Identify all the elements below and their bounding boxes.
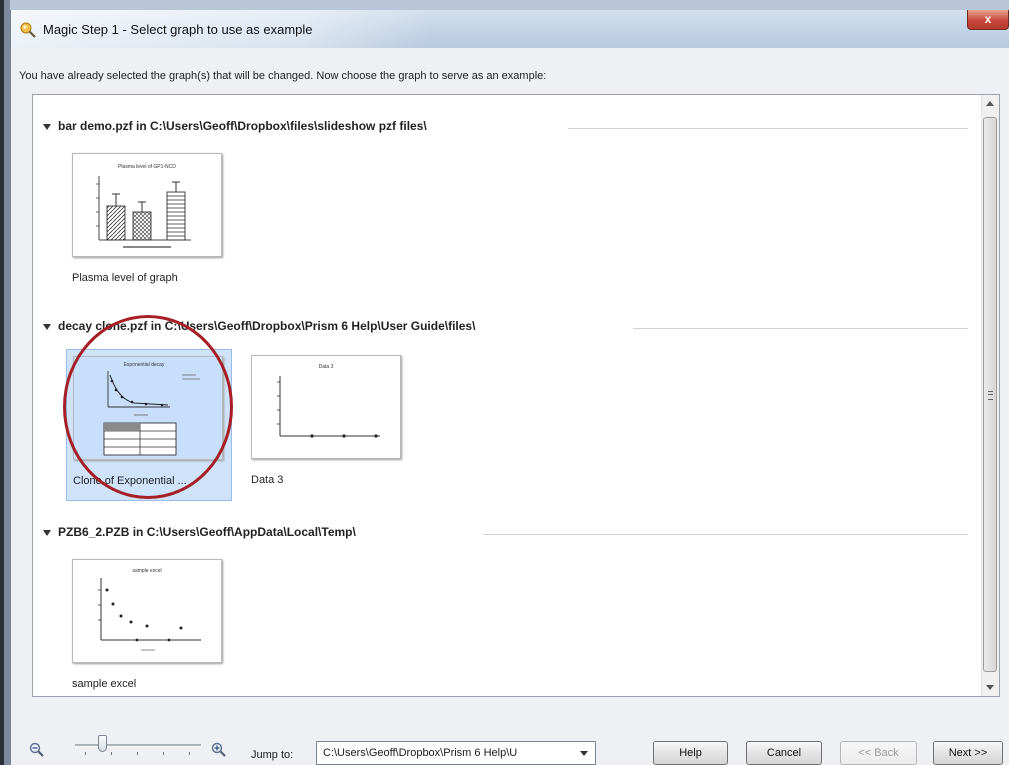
thumb-title: Data 3 <box>319 364 334 370</box>
group-header-text: bar demo.pzf in C:\Users\Geoff\Dropbox\f… <box>58 119 427 133</box>
magic-step-dialog: Magic Step 1 - Select graph to use as ex… <box>10 10 1009 765</box>
title-bar[interactable]: Magic Step 1 - Select graph to use as ex… <box>11 10 1009 48</box>
scrollbar-thumb[interactable] <box>983 117 997 672</box>
slider-tick <box>137 752 138 755</box>
group-divider <box>568 128 968 129</box>
zoom-slider[interactable] <box>75 732 201 762</box>
graph-thumbnail: Data 3 <box>251 355 401 459</box>
grip-icon <box>988 391 993 400</box>
scroll-up-icon[interactable] <box>986 101 994 106</box>
slider-tick <box>189 752 190 755</box>
graph-item-clone-of-exponential[interactable]: Exponential decay Clone of Exponential .… <box>66 349 232 501</box>
graph-item-label: Plasma level of graph <box>72 272 178 284</box>
collapse-triangle-icon[interactable] <box>43 530 51 536</box>
graph-item-label: Data 3 <box>251 474 284 486</box>
vertical-scrollbar[interactable] <box>981 95 999 696</box>
close-button[interactable]: x <box>967 10 1009 30</box>
graph-item-label: sample excel <box>72 678 137 690</box>
background-window-edge <box>0 0 10 765</box>
group-header-bar-demo[interactable]: bar demo.pzf in C:\Users\Geoff\Dropbox\f… <box>43 119 968 137</box>
group-header-pzb6[interactable]: PZB6_2.PZB in C:\Users\Geoff\AppData\Loc… <box>43 525 968 543</box>
help-button[interactable]: Help <box>653 741 728 765</box>
close-icon: x <box>984 12 992 26</box>
graph-item-label: Clone of Exponential ... <box>73 475 187 487</box>
group-header-decay-clone[interactable]: decay clone.pzf in C:\Users\Geoff\Dropbo… <box>43 319 968 337</box>
graph-list[interactable]: bar demo.pzf in C:\Users\Geoff\Dropbox\f… <box>32 94 1000 697</box>
collapse-triangle-icon[interactable] <box>43 124 51 130</box>
next-button[interactable]: Next >> <box>933 741 1003 765</box>
jump-to-label: Jump to: <box>251 749 294 761</box>
slider-tick <box>111 752 112 755</box>
instruction-text: You have already selected the graph(s) t… <box>19 70 547 82</box>
graph-item-plasma-level[interactable]: Plasma level of GP1-NCD Plasma level of … <box>66 147 232 299</box>
graph-thumbnail: sample excel <box>72 559 222 663</box>
scroll-down-icon[interactable] <box>986 685 994 690</box>
group-divider <box>633 328 968 329</box>
magic-wand-icon <box>20 22 36 38</box>
slider-tick <box>163 752 164 755</box>
graph-thumbnail: Exponential decay <box>73 356 223 460</box>
cancel-button[interactable]: Cancel <box>746 741 822 765</box>
window-title: Magic Step 1 - Select graph to use as ex… <box>43 22 313 37</box>
chevron-down-icon[interactable] <box>580 751 588 756</box>
jump-to-dropdown[interactable]: C:\Users\Geoff\Dropbox\Prism 6 Help\U <box>316 741 596 765</box>
back-button[interactable]: << Back <box>840 741 917 765</box>
graph-thumbnail: Plasma level of GP1-NCD <box>72 153 222 257</box>
thumb-title: Plasma level of GP1-NCD <box>118 164 176 170</box>
slider-knob[interactable] <box>98 735 107 752</box>
group-header-text: decay clone.pzf in C:\Users\Geoff\Dropbo… <box>58 319 476 333</box>
zoom-in-icon[interactable] <box>211 742 227 758</box>
group-divider <box>483 534 968 535</box>
slider-tick <box>85 752 86 755</box>
collapse-triangle-icon[interactable] <box>43 324 51 330</box>
graph-item-sample-excel[interactable]: sample excel sample excel <box>66 553 232 696</box>
group-header-text: PZB6_2.PZB in C:\Users\Geoff\AppData\Loc… <box>58 525 356 539</box>
jump-to-value: C:\Users\Geoff\Dropbox\Prism 6 Help\U <box>323 747 518 759</box>
thumb-title: sample excel <box>132 568 161 574</box>
slider-track <box>75 744 201 747</box>
graph-item-data-3[interactable]: Data 3 Data 3 <box>245 349 411 501</box>
thumb-title: Exponential decay <box>124 362 165 368</box>
zoom-out-icon[interactable] <box>29 742 45 758</box>
